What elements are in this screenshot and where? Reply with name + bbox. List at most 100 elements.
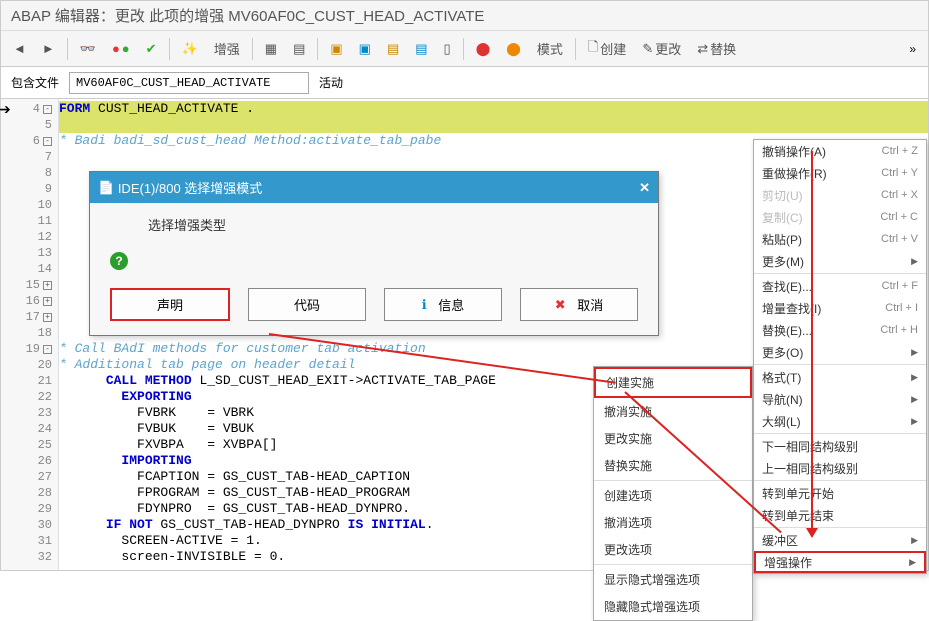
check-icon[interactable]: ✔ — [140, 37, 163, 61]
line-number: 18 — [1, 325, 58, 341]
context-menu-item[interactable]: 更多(O)▶ — [754, 341, 926, 363]
line-number: 14 — [1, 261, 58, 277]
line-number: 6- — [1, 133, 58, 149]
tool1-icon[interactable]: ▦ — [259, 37, 283, 61]
line-number: 24 — [1, 421, 58, 437]
separator — [754, 364, 926, 365]
line-number: 17+ — [1, 309, 58, 325]
context-menu-item[interactable]: 转到单元结束 — [754, 504, 926, 526]
tool2-icon[interactable]: ▤ — [287, 37, 311, 61]
context-menu-item[interactable]: 显示隐式增强选项 — [594, 566, 752, 593]
doc-icon: 📄 — [98, 180, 114, 196]
code-line[interactable] — [59, 117, 928, 133]
submenu-arrow-icon: ▶ — [911, 416, 918, 427]
menu-label: 重做操作(R) — [762, 165, 827, 182]
declare-button[interactable]: 声明 — [110, 288, 230, 321]
dialog-titlebar: 📄 IDE(1)/800 选择增强模式 ✕ — [90, 172, 658, 203]
line-number: 21 — [1, 373, 58, 389]
context-menu-item[interactable]: 撤消选项 — [594, 509, 752, 536]
context-menu-item[interactable]: 下一相同结构级别 — [754, 435, 926, 457]
annotation-arrowhead — [806, 528, 818, 538]
context-menu-item[interactable]: 增量查找(I)Ctrl + I — [754, 297, 926, 319]
shortcut-text: Ctrl + Y — [881, 167, 918, 179]
context-menu-item[interactable]: 转到单元开始 — [754, 482, 926, 504]
shortcut-text: Ctrl + C — [880, 211, 918, 223]
mode-button[interactable]: 模式 — [531, 35, 569, 62]
separator — [754, 273, 926, 274]
forward-icon[interactable]: ► — [36, 37, 61, 60]
overflow-icon[interactable]: » — [903, 40, 922, 58]
context-menu-item[interactable]: 撤消实施 — [594, 398, 752, 425]
activate-icon[interactable]: ●● — [106, 37, 136, 60]
context-menu-item[interactable]: 隐藏隐式增强选项 — [594, 593, 752, 620]
tool3-icon[interactable]: ▣ — [324, 37, 348, 61]
line-number: 12 — [1, 229, 58, 245]
menu-label: 缓冲区 — [762, 532, 798, 549]
change-button[interactable]: ✎ 更改 — [636, 35, 687, 62]
menu-label: 粘贴(P) — [762, 231, 802, 248]
file-label: 包含文件 — [11, 74, 59, 91]
info-button[interactable]: ℹ 信息 — [384, 288, 502, 321]
tool5-icon[interactable]: ▤ — [381, 37, 405, 61]
fold-icon[interactable]: + — [43, 297, 52, 306]
tool4-icon[interactable]: ▣ — [353, 37, 377, 61]
shortcut-text: Ctrl + I — [885, 302, 918, 314]
line-number: 23 — [1, 405, 58, 421]
code-line[interactable]: FORM CUST_HEAD_ACTIVATE . — [59, 101, 928, 117]
shortcut-text: Ctrl + H — [880, 324, 918, 336]
replace-button[interactable]: ⇄ 替换 — [691, 35, 742, 62]
tool7-icon[interactable]: ▯ — [438, 37, 457, 61]
context-menu-item[interactable]: 替换(E)... Ctrl + H — [754, 319, 926, 341]
context-menu-item[interactable]: 替换实施 — [594, 452, 752, 479]
context-menu-item[interactable]: 更多(M)▶ — [754, 250, 926, 272]
context-menu-item[interactable]: 查找(E)...Ctrl + F — [754, 275, 926, 297]
context-menu-item[interactable]: 重做操作(R) Ctrl + Y — [754, 162, 926, 184]
separator — [754, 527, 926, 528]
include-file-input[interactable] — [69, 72, 309, 94]
separator — [317, 38, 318, 60]
context-menu-item[interactable]: 撤销操作(A)Ctrl + Z — [754, 140, 926, 162]
wand-icon[interactable]: ✨ — [176, 37, 204, 61]
back-icon[interactable]: ◄ — [7, 37, 32, 60]
context-menu-item[interactable]: 导航(N)▶ — [754, 388, 926, 410]
line-number: 30 — [1, 517, 58, 533]
context-menu-item[interactable]: 创建实施 — [594, 367, 752, 398]
fold-icon[interactable]: + — [43, 281, 52, 290]
context-menu-item: 复制(C)Ctrl + C — [754, 206, 926, 228]
line-number: 7 — [1, 149, 58, 165]
context-menu-item[interactable]: 更改实施 — [594, 425, 752, 452]
annotation-arrow — [811, 151, 813, 531]
separator — [594, 480, 752, 481]
close-icon[interactable]: ✕ — [639, 180, 650, 196]
editor-context-menu: 撤销操作(A)Ctrl + Z重做操作(R)Ctrl + Y剪切(U)Ctrl … — [753, 139, 927, 574]
separator — [252, 38, 253, 60]
display-icon[interactable]: 👓 — [74, 37, 102, 61]
submenu-arrow-icon: ▶ — [909, 557, 916, 568]
submenu-arrow-icon: ▶ — [911, 394, 918, 405]
menu-label: 替换(E)... — [762, 322, 812, 339]
line-number: 27 — [1, 469, 58, 485]
context-menu-item[interactable]: 大纲(L) ▶ — [754, 410, 926, 432]
context-menu-item[interactable]: 粘贴(P)Ctrl + V — [754, 228, 926, 250]
orange-icon[interactable]: ⬤ — [500, 37, 527, 61]
menu-label: 转到单元结束 — [762, 507, 834, 524]
menu-label: 大纲(L) — [762, 413, 801, 430]
fold-icon[interactable]: + — [43, 313, 52, 322]
create-button[interactable]: 🗋 创建 — [582, 34, 632, 64]
menu-label: 上一相同结构级别 — [762, 460, 858, 477]
context-menu-item[interactable]: 上一相同结构级别 — [754, 457, 926, 479]
dialog-buttons: 声明 代码 ℹ 信息 ✖ 取消 — [90, 276, 658, 335]
tool6-icon[interactable]: ▤ — [409, 37, 433, 61]
context-menu-item[interactable]: 更改选项 — [594, 536, 752, 563]
fold-icon[interactable]: - — [43, 105, 52, 114]
file-status: 活动 — [319, 74, 343, 91]
cancel-button[interactable]: ✖ 取消 — [520, 288, 638, 321]
red-icon[interactable]: ⬤ — [470, 37, 497, 61]
context-menu-item[interactable]: 格式(T)▶ — [754, 366, 926, 388]
window-title: ABAP 编辑器：更改 此项的增强 MV60AF0C_CUST_HEAD_ACT… — [1, 1, 928, 31]
context-menu-item[interactable]: 增强操作▶ — [754, 551, 926, 573]
code-button[interactable]: 代码 — [248, 288, 366, 321]
fold-icon[interactable]: - — [43, 137, 52, 146]
enhance-button[interactable]: 增强 — [208, 35, 246, 62]
fold-icon[interactable]: - — [43, 345, 52, 354]
